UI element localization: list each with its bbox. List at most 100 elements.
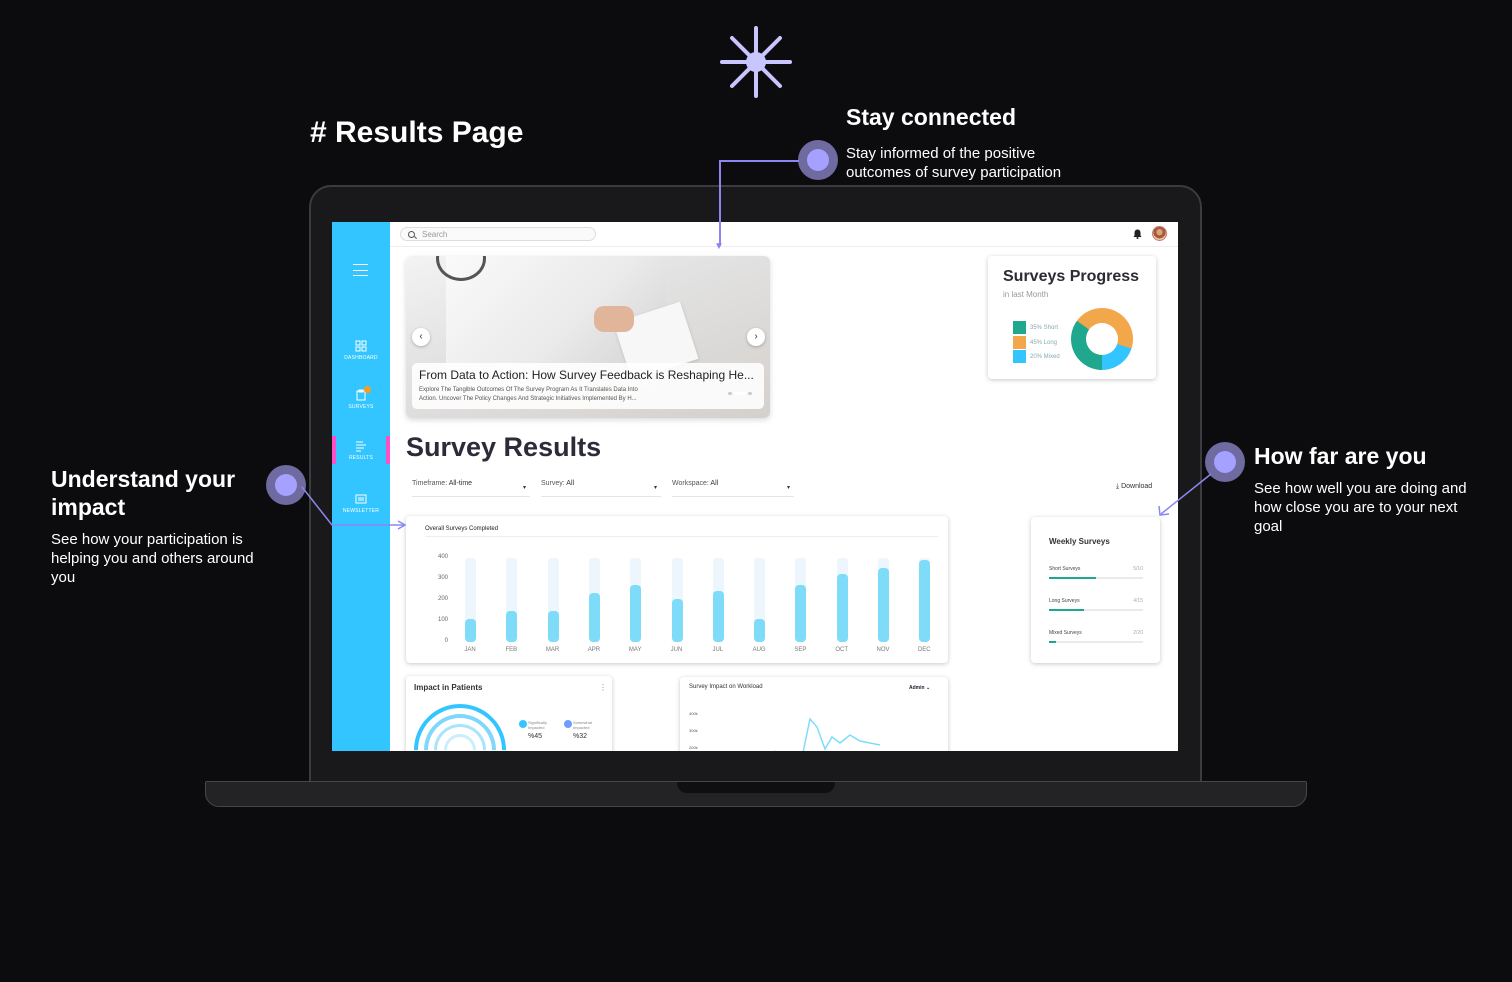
- callout-far-body-2: how close you are to your next: [1254, 499, 1458, 516]
- sidebar-item-surveys[interactable]: SURVEYS: [332, 386, 390, 423]
- y-tick-label: 0: [444, 638, 448, 644]
- legend-mixed: 20% Mixed: [1013, 350, 1060, 363]
- progress-donut-chart: [1071, 308, 1133, 370]
- workload-title: Survey Impact on Workload: [689, 684, 763, 690]
- legend-short: 35% Short: [1013, 321, 1058, 334]
- bar-jan[interactable]: [465, 618, 476, 642]
- sidebar-item-dashboard[interactable]: DASHBOARD: [332, 340, 390, 374]
- hand-illustration: [594, 306, 634, 332]
- bar-feb[interactable]: [506, 610, 518, 642]
- y-tick-label: 200: [437, 596, 448, 602]
- weekly-row-mixed: Mixed Surveys 2/20: [1049, 630, 1143, 643]
- bar-may[interactable]: [630, 585, 642, 642]
- download-icon: ⤓: [1116, 483, 1120, 490]
- significant-value: %45: [528, 733, 543, 740]
- progress-title: Surveys Progress: [1003, 268, 1140, 285]
- hero-description-2: Action. Uncover The Policy Changes And S…: [419, 396, 637, 402]
- surveys-progress-card: Surveys Progress in last Month 35% Short…: [988, 256, 1156, 379]
- carousel-dots[interactable]: [726, 382, 752, 400]
- bar-jun[interactable]: [671, 599, 683, 642]
- search-icon: [408, 231, 415, 238]
- search-placeholder: Search: [422, 230, 448, 239]
- overall-surveys-chart: Overall Surveys Completed 400 300 200 100 0 J…: [406, 516, 948, 663]
- hero-carousel[interactable]: ‹ › From Data to Action: How Survey Feed…: [406, 256, 770, 418]
- carousel-prev-button[interactable]: ‹: [412, 328, 430, 346]
- arrow-head-icon: ▼: [714, 241, 724, 252]
- x-tick-label: APR: [587, 647, 601, 653]
- connector-line: [719, 160, 799, 162]
- y-tick: 400k: [689, 711, 698, 716]
- sidebar-item-results[interactable]: RESULTS: [332, 440, 390, 474]
- callout-connected-title: Stay connected: [846, 104, 1016, 130]
- legend-somewhat: Somewhat Impacted: [564, 720, 592, 730]
- connector-line: [719, 160, 721, 246]
- sidebar-item-label: SURVEYS: [348, 404, 374, 410]
- callout-far-body-3: goal: [1254, 518, 1283, 535]
- star-icon: [720, 26, 792, 98]
- sidebar-item-label: DASHBOARD: [344, 355, 378, 361]
- bar-nov[interactable]: [878, 567, 889, 642]
- carousel-next-button[interactable]: ›: [747, 328, 765, 346]
- bar-sep[interactable]: [795, 585, 807, 642]
- hero-title: From Data to Action: How Survey Feedback…: [419, 368, 754, 382]
- connector-line: [1158, 473, 1212, 516]
- callout-impact-body-1: See how your participation is: [51, 531, 243, 548]
- x-tick-label: MAY: [628, 647, 642, 653]
- chevron-down-icon: ▾: [653, 485, 657, 491]
- chevron-down-icon: ▾: [522, 485, 526, 491]
- hamburger-menu-icon[interactable]: [353, 264, 368, 276]
- hero-description-1: Explore The Tangible Outcomes Of The Sur…: [419, 387, 638, 393]
- callout-impact-title-2: impact: [51, 494, 126, 520]
- bar-dec[interactable]: [919, 559, 931, 642]
- y-tick-label: 400: [437, 554, 448, 560]
- x-tick-label: FEB: [505, 647, 518, 653]
- bar-aug[interactable]: [754, 618, 766, 642]
- admin-select[interactable]: Admin ⌄: [909, 685, 930, 691]
- somewhat-value: %32: [573, 733, 588, 740]
- more-options-icon[interactable]: ⋮: [599, 683, 607, 692]
- x-tick-label: MAR: [545, 647, 560, 653]
- workload-chart-card: Survey Impact on Workload Admin ⌄ 400k 3…: [680, 677, 948, 751]
- laptop-notch: [677, 782, 835, 793]
- bar-mar[interactable]: [547, 610, 559, 642]
- workspace-select[interactable]: Workspace: All ▾: [672, 480, 794, 497]
- x-tick-label: JAN: [464, 647, 476, 653]
- bell-icon[interactable]: [1133, 229, 1142, 239]
- bar-apr[interactable]: [588, 593, 600, 642]
- bar-oct[interactable]: [836, 573, 848, 642]
- weekly-row-long: Long Surveys 4/15: [1049, 598, 1143, 611]
- callout-far-body-1: See how well you are doing and: [1254, 480, 1467, 497]
- avatar[interactable]: [1152, 226, 1167, 241]
- callout-impact-body-2: helping you and others around: [51, 550, 254, 567]
- callout-impact-body-3: you: [51, 569, 76, 586]
- callout-connected-dot: [798, 140, 838, 180]
- x-tick-label: NOV: [876, 647, 890, 653]
- workload-line: [774, 717, 881, 751]
- grid-icon: [355, 340, 367, 352]
- notification-badge: [364, 386, 371, 393]
- bar-jul[interactable]: [712, 591, 724, 642]
- callout-far-title: How far are you: [1254, 443, 1427, 469]
- results-icon: [356, 441, 366, 452]
- x-tick-label: JUL: [712, 647, 724, 653]
- survey-results-title: Survey Results: [406, 432, 602, 462]
- chevron-down-icon: ▾: [786, 485, 790, 491]
- app-screen: DASHBOARD SURVEYS RESULTS NEWSLETTER Sea…: [332, 222, 1178, 751]
- legend-significant: Significally Impacted: [519, 720, 547, 730]
- sidebar-item-label: RESULTS: [348, 455, 374, 461]
- search-input[interactable]: Search: [400, 227, 596, 241]
- y-tick-label: 300: [437, 575, 448, 581]
- callout-connected-body-2: outcomes of survey participation: [846, 164, 1062, 181]
- weekly-row-short: Short Surveys 5/10: [1049, 566, 1143, 579]
- topbar: Search: [390, 222, 1178, 247]
- x-tick-label: DEC: [917, 647, 931, 653]
- y-tick-label: 100: [437, 617, 448, 623]
- survey-select[interactable]: Survey: All ▾: [541, 480, 661, 497]
- download-button[interactable]: ⤓ Download: [1116, 483, 1152, 491]
- page-heading: # Results Page: [310, 116, 524, 149]
- y-tick: 300k: [689, 728, 698, 733]
- impact-in-patients-card: Impact in Patients ⋮ Significally Impacte…: [394, 676, 612, 751]
- timeframe-select[interactable]: Timeframe: All-time ▾: [412, 480, 530, 497]
- legend-long: 45% Long: [1013, 336, 1057, 349]
- callout-impact-title-1: Understand your: [51, 466, 236, 492]
